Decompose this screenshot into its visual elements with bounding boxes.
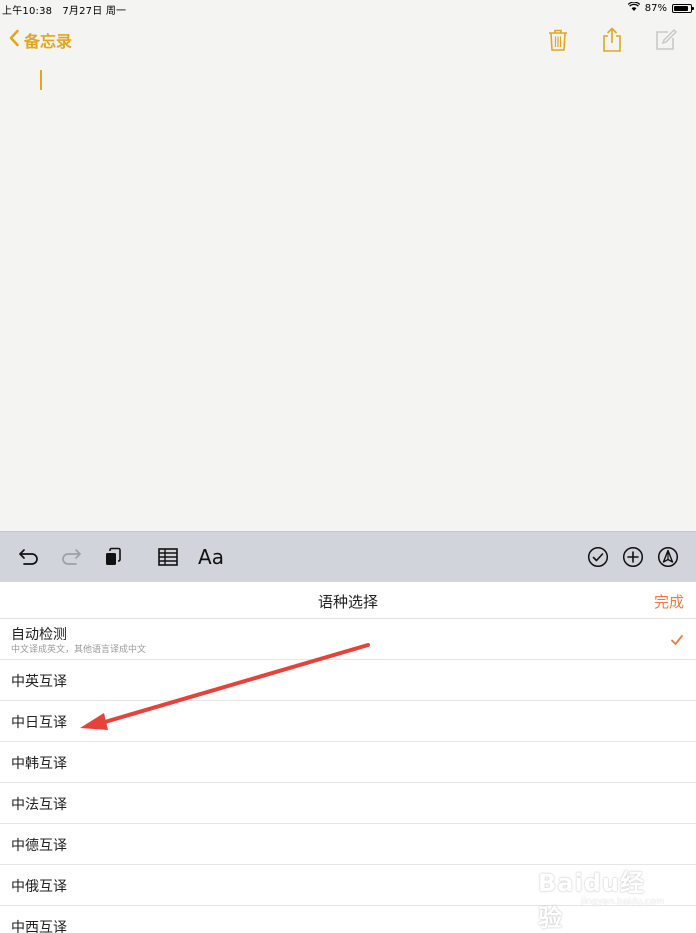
option-label: 中法互译 [11, 797, 67, 813]
add-icon[interactable] [621, 544, 645, 570]
option-auto-detect[interactable]: 自动检测 中文译成英文，其他语言译成中文 [0, 619, 696, 660]
sheet-header: 语种选择 完成 [0, 582, 696, 619]
wifi-icon [627, 1, 640, 14]
markup-icon[interactable] [656, 544, 680, 570]
watermark-url: jingyan.baidu.com [580, 897, 664, 907]
option-label: 自动检测 [11, 627, 67, 643]
option-label: 中西互译 [11, 920, 67, 933]
battery-percent: 87% [644, 2, 667, 14]
status-bar: 上午10:38 7月27日 周一 87% [0, 0, 696, 17]
trash-icon[interactable] [544, 26, 572, 54]
option-label: 中韩互译 [11, 756, 67, 772]
status-time: 上午10:38 [2, 6, 53, 17]
compose-icon[interactable] [652, 26, 680, 54]
chevron-left-icon [8, 29, 24, 51]
option-sublabel: 中文译成英文，其他语言译成中文 [11, 645, 147, 655]
watermark-logo: Baidu经验 jingyan.baidu.com [538, 855, 668, 932]
sheet-title: 语种选择 [317, 593, 378, 611]
option-zh-ko[interactable]: 中韩互译 [0, 742, 696, 783]
undo-icon[interactable] [16, 544, 42, 570]
battery-fill [674, 5, 688, 11]
option-zh-fr[interactable]: 中法互译 [0, 783, 696, 824]
status-left: 上午10:38 7月27日 周一 [2, 2, 126, 17]
back-button[interactable]: 备忘录 [8, 28, 72, 52]
notes-screen: 上午10:38 7月27日 周一 87% 备忘录 Aa 语种选择 完成 自动检测… [0, 0, 696, 933]
battery-icon [672, 3, 694, 13]
done-button[interactable]: 完成 [654, 591, 684, 612]
option-zh-en[interactable]: 中英互译 [0, 660, 696, 701]
checkmark-icon [670, 631, 684, 650]
option-zh-ja[interactable]: 中日互译 [0, 701, 696, 742]
option-label: 中俄互译 [11, 879, 67, 895]
format-toolbar: Aa [0, 531, 696, 582]
option-label: 中日互译 [11, 715, 67, 731]
copy-icon[interactable] [100, 544, 126, 570]
status-right: 87% [627, 1, 694, 14]
text-format-button[interactable]: Aa [194, 544, 228, 570]
checklist-icon[interactable] [586, 544, 610, 570]
redo-icon[interactable] [58, 544, 84, 570]
share-icon[interactable] [598, 26, 626, 54]
status-date: 7月27日 周一 [62, 6, 127, 17]
table-icon[interactable] [155, 544, 181, 570]
option-label: 中德互译 [11, 838, 67, 854]
text-cursor[interactable] [40, 70, 42, 90]
option-label: 中英互译 [11, 674, 67, 690]
nav-bar: 备忘录 [0, 24, 696, 58]
back-label: 备忘录 [24, 32, 73, 51]
